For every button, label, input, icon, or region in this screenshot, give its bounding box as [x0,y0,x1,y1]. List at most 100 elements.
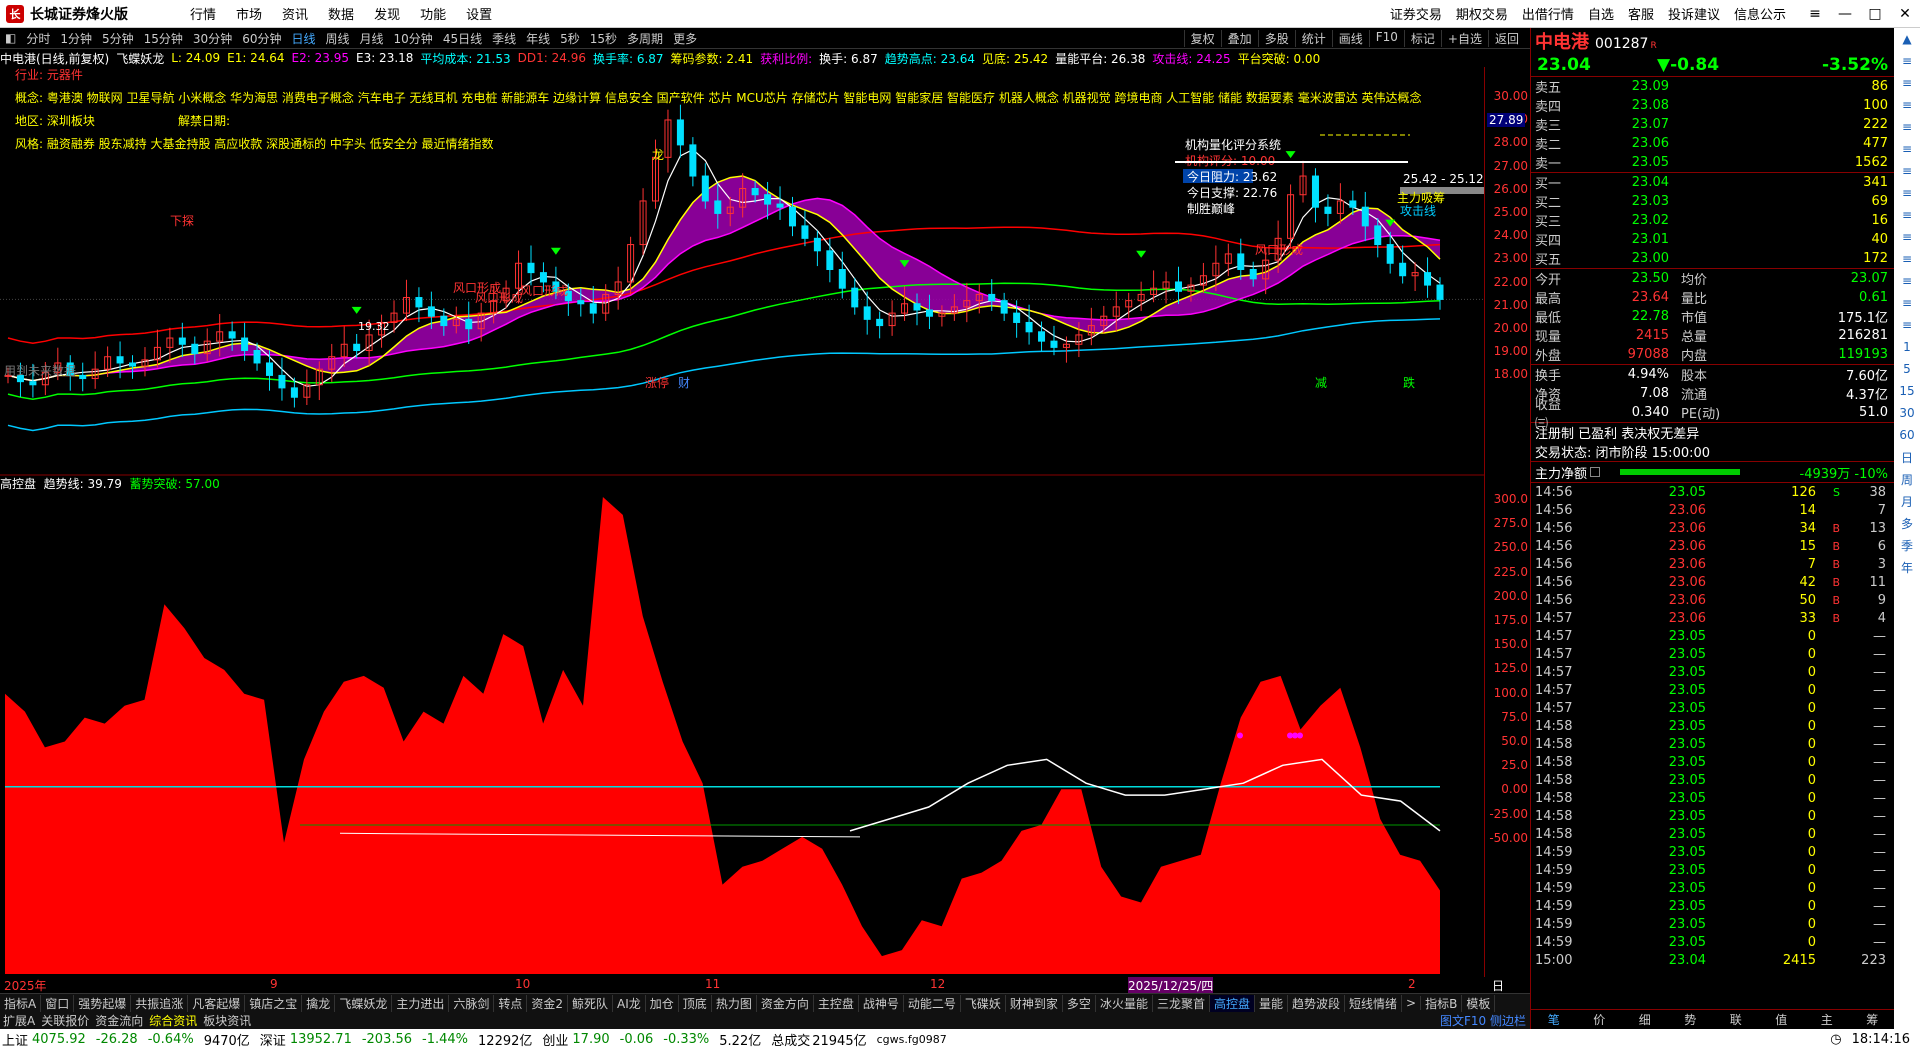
side-icon-12[interactable]: ≡ [1894,292,1920,314]
quote-tab-6[interactable]: 主 [1821,1011,1833,1028]
period-tab-4[interactable]: 30分钟 [188,30,237,47]
indicator-tab-9[interactable]: 六脉剑 [449,994,495,1012]
period-tab-7[interactable]: 周线 [321,30,355,47]
period-tab-6[interactable]: 日线 [286,30,320,47]
quote-tab-5[interactable]: 值 [1775,1011,1787,1028]
indicator-tab-21[interactable]: 飞碟妖 [961,994,1006,1012]
indicator-name[interactable]: 飞蝶妖龙 [116,50,164,67]
menu-item-4[interactable]: 发现 [364,4,410,23]
side-icon-0[interactable]: ▲ [1894,28,1920,50]
side-icon-7[interactable]: ≡ [1894,182,1920,204]
indicator-tab-4[interactable]: 凡客起爆 [188,994,246,1012]
side-num-0[interactable]: 1 [1894,336,1920,358]
menu-icon[interactable]: ≡ [1800,6,1830,22]
indicator-tab-29[interactable]: 短线情绪 [1345,994,1403,1012]
quote-tab-2[interactable]: 细 [1639,1011,1651,1028]
menu-item-2[interactable]: 资讯 [272,4,318,23]
close-icon[interactable]: ✕ [1890,6,1920,22]
indicator-tab-28[interactable]: 趋势波段 [1288,994,1346,1012]
period-tab-2[interactable]: 5分钟 [97,30,139,47]
menu-item-5[interactable]: 功能 [410,4,456,23]
menu-item-1[interactable]: 市场 [226,4,272,23]
toolbar-btn-7[interactable]: +自选 [1440,29,1488,47]
indicator-tab-22[interactable]: 财神到家 [1006,994,1063,1012]
period-tab-9[interactable]: 10分钟 [389,30,438,47]
bid-row-3[interactable]: 买四 23.01 40 [1531,230,1894,249]
indicator-tab-32[interactable]: 模板 [1462,994,1496,1012]
toolbar-btn-2[interactable]: 多股 [1257,29,1295,47]
side-icon-3[interactable]: ≡ [1894,94,1920,116]
ext-tab-0[interactable]: 扩展A [0,1012,38,1029]
indicator-tab-25[interactable]: 三龙聚首 [1153,994,1210,1012]
side-num-2[interactable]: 15 [1894,380,1920,402]
toolbar-btn-6[interactable]: 标记 [1403,29,1441,47]
ask-row-1[interactable]: 卖四 23.08 100 [1531,96,1894,115]
bid-row-0[interactable]: 买一 23.04 341 [1531,173,1894,192]
side-icon-6[interactable]: ≡ [1894,160,1920,182]
toolbar-btn-4[interactable]: 画线 [1331,29,1369,47]
menu-item-6[interactable]: 设置 [456,4,502,23]
bid-row-4[interactable]: 买五 23.00 172 [1531,249,1894,268]
period-tab-10[interactable]: 45日线 [438,30,487,47]
f10-link[interactable]: 图文F10 侧边栏 [1437,1012,1530,1029]
period-tab-15[interactable]: 多周期 [622,30,668,47]
indicator-tab-19[interactable]: 战神号 [859,994,904,1012]
indicator-tab-0[interactable]: 指标A [0,994,42,1012]
side-icon-4[interactable]: ≡ [1894,116,1920,138]
side-num-4[interactable]: 60 [1894,424,1920,446]
menu-item-0[interactable]: 行情 [180,4,226,23]
right-menu-item-5[interactable]: 投诉建议 [1661,4,1727,23]
side-period-0[interactable]: 日 [1894,446,1920,468]
tick-list[interactable]: 14:56 23.05 126 S 38 14:56 23.06 14 7 14:56 23.06 3… [1531,483,1894,969]
quote-tab-0[interactable]: 笔 [1548,1011,1560,1028]
toolbar-btn-3[interactable]: 统计 [1294,29,1332,47]
indicator-tab-14[interactable]: 加仓 [646,994,679,1012]
period-tab-5[interactable]: 60分钟 [237,30,286,47]
quote-tab-1[interactable]: 价 [1593,1011,1605,1028]
bid-row-2[interactable]: 买三 23.02 16 [1531,211,1894,230]
side-icon-8[interactable]: ≡ [1894,204,1920,226]
indicator-tab-5[interactable]: 镇店之宝 [245,994,303,1012]
chart-area[interactable]: 行业: 元器件概念: 粤港澳 物联网 卫星导航 小米概念 华为海思 消费电子概念… [0,67,1484,977]
minimize-icon[interactable]: — [1830,6,1860,22]
period-tab-12[interactable]: 年线 [521,30,555,47]
side-icon-1[interactable]: ≡ [1894,50,1920,72]
indicator-tab-24[interactable]: 冰火量能 [1096,994,1153,1012]
maximize-icon[interactable]: □ [1860,6,1890,22]
indicator-tab-7[interactable]: 飞蝶妖龙 [335,994,393,1012]
ext-tab-3[interactable]: 综合资讯 [146,1012,200,1029]
period-tab-3[interactable]: 15分钟 [139,30,188,47]
period-tab-16[interactable]: 更多 [668,30,702,47]
indicator-tab-20[interactable]: 动能二号 [904,994,961,1012]
side-period-1[interactable]: 周 [1894,468,1920,490]
indicator-tab-15[interactable]: 顶底 [679,994,712,1012]
ext-tab-2[interactable]: 资金流向 [92,1012,146,1029]
flow-icon[interactable] [1590,467,1601,477]
side-icon-5[interactable]: ≡ [1894,138,1920,160]
period-tab-0[interactable]: 分时 [21,30,55,47]
side-icon-11[interactable]: ≡ [1894,270,1920,292]
indicator-tab-26[interactable]: 高控盘 [1209,994,1255,1012]
period-tab-8[interactable]: 月线 [355,30,389,47]
period-tab-14[interactable]: 15秒 [585,30,622,47]
side-period-4[interactable]: 季 [1894,534,1920,556]
side-icon-10[interactable]: ≡ [1894,248,1920,270]
ext-tab-1[interactable]: 关联报价 [38,1012,92,1029]
ask-row-2[interactable]: 卖三 23.07 222 [1531,115,1894,134]
toolbar-btn-5[interactable]: F10 [1368,29,1404,47]
indicator-tab-6[interactable]: 擒龙 [302,994,336,1012]
right-menu-item-2[interactable]: 出借行情 [1515,4,1581,23]
ask-row-4[interactable]: 卖一 23.05 1562 [1531,153,1894,172]
period-tab-13[interactable]: 5秒 [555,30,585,47]
indicator-tab-27[interactable]: 量能 [1255,994,1288,1012]
indicator-tab-16[interactable]: 热力图 [712,994,757,1012]
quote-tab-4[interactable]: 联 [1730,1011,1742,1028]
quote-tab-7[interactable]: 筹 [1866,1011,1878,1028]
side-period-5[interactable]: 年 [1894,556,1920,578]
toolbar-btn-8[interactable]: 返回 [1487,29,1525,47]
indicator-tab-8[interactable]: 主力进出 [392,994,450,1012]
lower-ind-name[interactable]: 高控盘 [0,477,36,491]
right-menu-item-0[interactable]: 证券交易 [1383,4,1449,23]
right-menu-item-4[interactable]: 客服 [1621,4,1661,23]
side-icon-2[interactable]: ≡ [1894,72,1920,94]
